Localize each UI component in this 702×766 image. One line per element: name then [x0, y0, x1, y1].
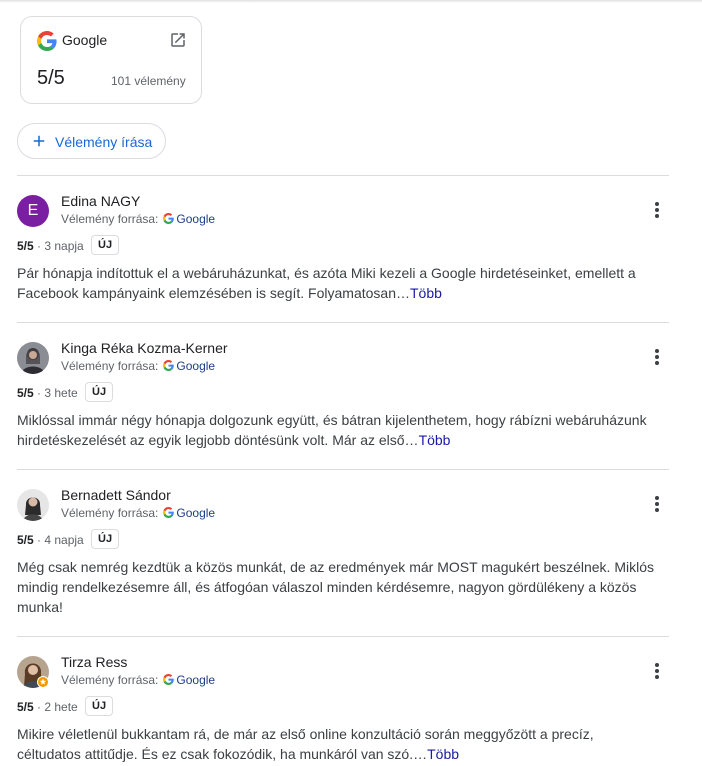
review-author[interactable]: Tirza Ress	[61, 654, 127, 670]
avatar[interactable]: E	[17, 195, 49, 227]
review-text: Még csak nemrég kezdtük a közös munkát, …	[17, 557, 657, 617]
google-g-logo-icon	[163, 674, 175, 685]
more-link[interactable]: Több	[419, 432, 451, 448]
divider	[17, 636, 669, 637]
review-source-link[interactable]: Google	[176, 359, 215, 373]
new-badge: ÚJ	[85, 382, 114, 402]
divider	[17, 469, 669, 470]
review-source: Vélemény forrása: Google	[61, 506, 215, 520]
new-badge: ÚJ	[91, 529, 120, 549]
review-author[interactable]: Kinga Réka Kozma-Kerner	[61, 340, 228, 356]
review-source: Vélemény forrása: Google	[61, 673, 215, 687]
review-source-prefix: Vélemény forrása:	[61, 359, 159, 373]
review-text-content: Miklóssal immár négy hónapja dolgozunk e…	[17, 412, 647, 448]
review-source-link[interactable]: Google	[176, 506, 215, 520]
avatar[interactable]	[17, 489, 49, 521]
more-options-icon[interactable]	[647, 495, 667, 515]
review-source-prefix: Vélemény forrása:	[61, 506, 159, 520]
write-review-label: Vélemény írása	[55, 134, 153, 150]
divider	[17, 175, 669, 176]
review-meta: 5/5 · 3 napja	[17, 239, 84, 253]
review-text: Mikire véletlenül bukkantam rá, de már a…	[17, 724, 657, 764]
review-source-link[interactable]: Google	[176, 673, 215, 687]
write-review-button[interactable]: Vélemény írása	[17, 123, 166, 159]
review-time: · 3 hete	[33, 386, 78, 400]
divider	[17, 322, 669, 323]
google-g-logo-icon	[163, 213, 175, 224]
review-score: 5/5	[17, 386, 34, 400]
more-options-icon[interactable]	[647, 201, 667, 221]
new-badge: ÚJ	[85, 696, 114, 716]
avatar[interactable]	[17, 342, 49, 374]
review-text-content: Pár hónapja indítottuk el a webáruházunk…	[17, 265, 636, 301]
review-text: Miklóssal immár négy hónapja dolgozunk e…	[17, 410, 657, 450]
review-meta: 5/5 · 2 hete	[17, 700, 78, 714]
review-meta: 5/5 · 3 hete	[17, 386, 78, 400]
more-link[interactable]: Több	[410, 285, 442, 301]
review-text: Pár hónapja indítottuk el a webáruházunk…	[17, 263, 657, 303]
review-author[interactable]: Bernadett Sándor	[61, 487, 171, 503]
review-source-prefix: Vélemény forrása:	[61, 673, 159, 687]
review-source-prefix: Vélemény forrása:	[61, 212, 159, 226]
new-badge: ÚJ	[91, 235, 120, 255]
source-name: Google	[62, 32, 108, 48]
google-g-logo-icon	[163, 360, 175, 371]
plus-icon	[30, 132, 48, 150]
google-g-logo-icon	[163, 507, 175, 518]
review-score: 5/5	[17, 239, 34, 253]
open-in-new-icon[interactable]	[169, 31, 187, 49]
review-source: Vélemény forrása: Google	[61, 212, 215, 226]
review-text-content: Még csak nemrég kezdtük a közös munkát, …	[17, 559, 655, 615]
more-link[interactable]: Több	[427, 746, 459, 762]
review-time: · 3 napja	[33, 239, 84, 253]
review-text-content: Mikire véletlenül bukkantam rá, de már a…	[17, 726, 594, 762]
source-score: 5/5	[37, 67, 65, 89]
review-score: 5/5	[17, 533, 34, 547]
avatar[interactable]	[17, 656, 49, 688]
review-time: · 4 napja	[33, 533, 84, 547]
source-review-count: 101 vélemény	[111, 74, 186, 88]
google-g-logo-icon	[37, 31, 57, 51]
review-author[interactable]: Edina NAGY	[61, 193, 140, 209]
review-score: 5/5	[17, 700, 34, 714]
top-shadow	[0, 0, 702, 3]
review-source: Vélemény forrása: Google	[61, 359, 215, 373]
more-options-icon[interactable]	[647, 662, 667, 682]
google-source-card[interactable]: Google 5/5 101 vélemény	[20, 16, 202, 104]
review-meta: 5/5 · 4 napja	[17, 533, 84, 547]
review-time: · 2 hete	[33, 700, 78, 714]
review-source-link[interactable]: Google	[176, 212, 215, 226]
more-options-icon[interactable]	[647, 348, 667, 368]
